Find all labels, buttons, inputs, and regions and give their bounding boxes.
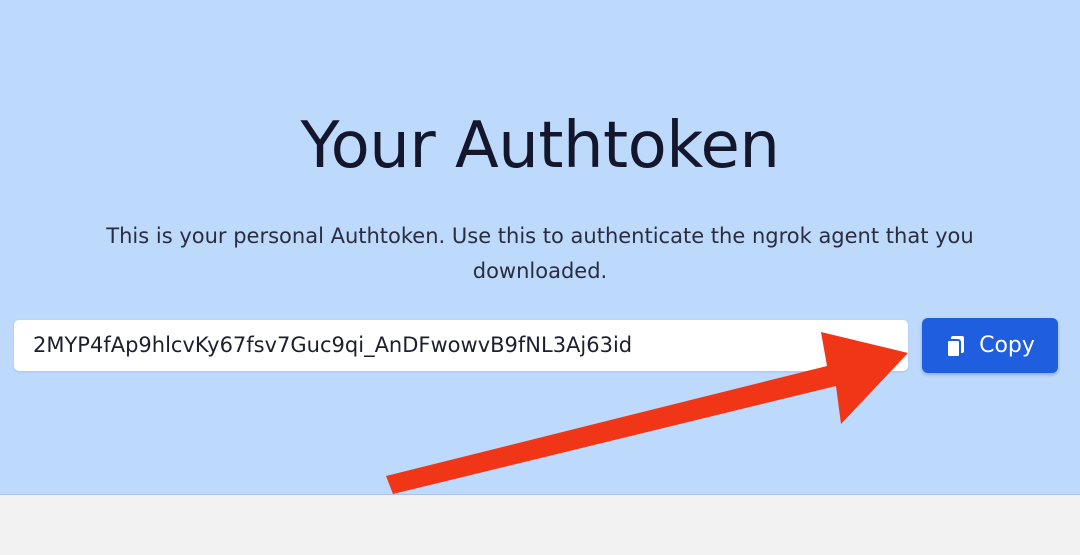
page-title: Your Authtoken (300, 109, 780, 183)
page-description: This is your personal Authtoken. Use thi… (106, 224, 974, 283)
authtoken-field[interactable]: 2MYP4fAp9hlcvKy67fsv7Guc9qi_AnDFwowvB9fN… (14, 320, 908, 371)
copy-button[interactable]: Copy (922, 318, 1058, 373)
authtoken-hero-section: Your Authtoken This is your personal Aut… (0, 0, 1080, 495)
copy-button-label: Copy (979, 333, 1035, 358)
copy-icon (946, 335, 965, 358)
